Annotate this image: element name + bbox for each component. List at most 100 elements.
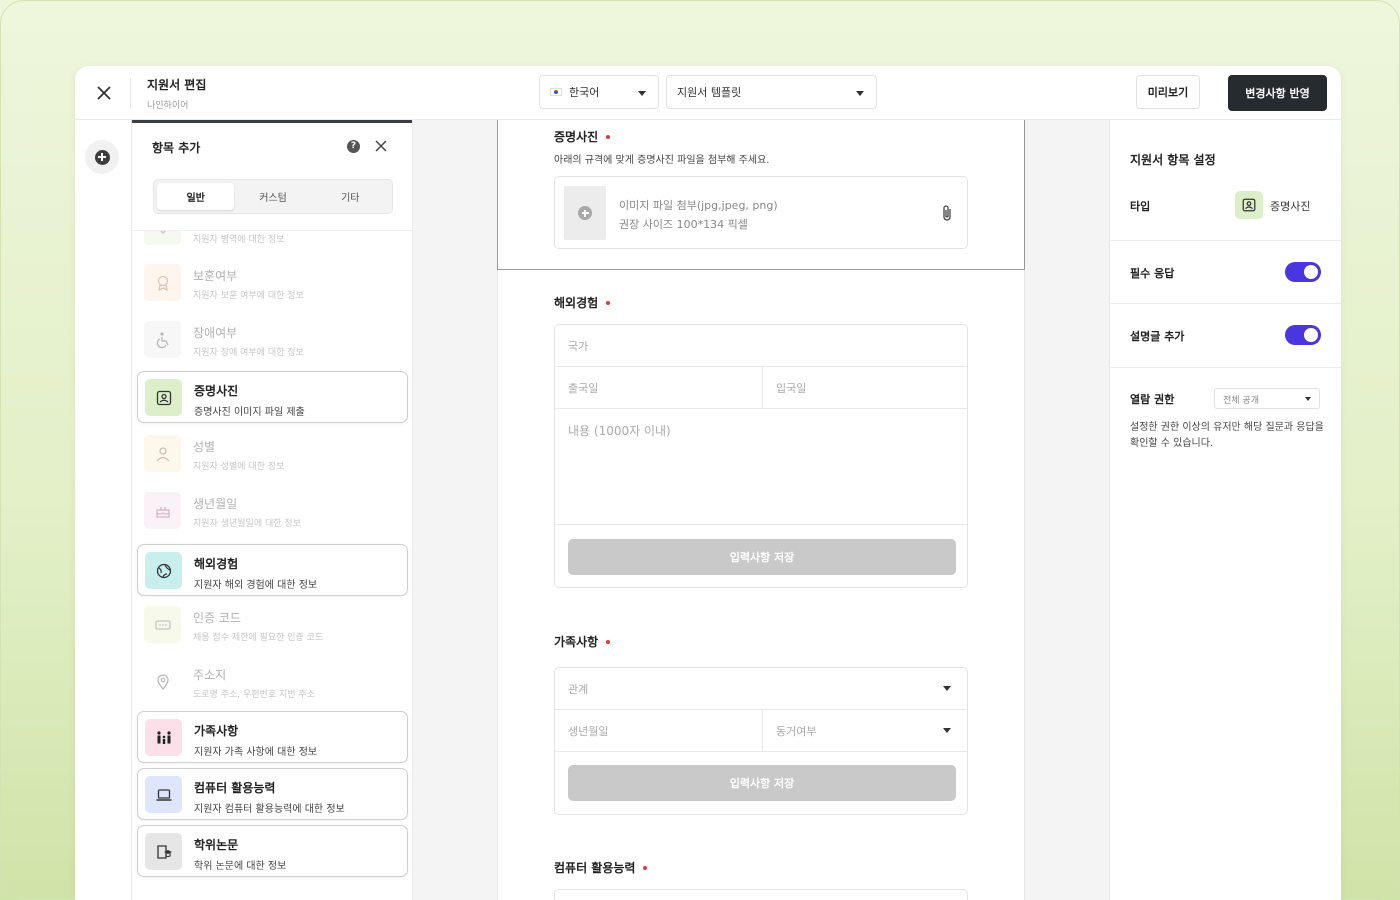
view-permission-value: 전체 공개 [1223, 396, 1259, 406]
family-section-title: 가족사항 [554, 633, 611, 650]
laptop-icon [145, 776, 182, 813]
list-item-military[interactable]: 지원자 병역에 대한 정보 [137, 231, 408, 253]
list-item-id-photo[interactable]: 증명사진 증명사진 이미지 파일 제출 [137, 371, 408, 423]
chevron-down-icon [638, 91, 646, 96]
chevron-down-icon [856, 91, 864, 96]
birth-row: 생년월일 동거여부 [555, 710, 967, 752]
list-item-computer[interactable]: 컴퓨터 활용능력 지원자 컴퓨터 활용능력에 대한 정보 [137, 768, 408, 820]
required-dot [643, 865, 648, 870]
header-divider [130, 78, 131, 108]
item-desc: 채용 접수 제한에 필요한 인증 코드 [193, 633, 324, 643]
close-icon [97, 86, 111, 100]
cohabitation-select[interactable]: 동거여부 [763, 710, 969, 751]
id-photo-icon [1235, 191, 1263, 219]
panel-title: 항목 추가 [152, 141, 201, 155]
family-form: 관계 생년월일 동거여부 입력사항 저장 [554, 667, 968, 815]
editor-window: 지원서 편집 나인하이어 한국어 지원서 템플릿 미리보기 변경사항 반영 항목… [75, 66, 1341, 900]
photo-upload-box[interactable]: 이미지 파일 첨부(jpg,jpeg, png) 권장 사이즈 100*134 … [554, 176, 968, 249]
medal-icon [144, 264, 181, 301]
item-name: 생년월일 [193, 497, 238, 511]
family-save-button[interactable]: 입력사항 저장 [568, 765, 956, 801]
close-icon[interactable] [373, 138, 389, 154]
computer-form [554, 889, 968, 900]
language-select[interactable]: 한국어 [539, 75, 659, 109]
language-value: 한국어 [569, 86, 600, 99]
list-item-overseas[interactable]: 해외경험 지원자 해외 경험에 대한 정보 [137, 544, 408, 596]
wheelchair-icon [144, 321, 181, 358]
content-textarea[interactable]: 내용 (1000자 이내) [555, 409, 969, 524]
photo-section-desc: 아래의 규격에 맞게 증명사진 파일을 첨부해 주세요. [554, 155, 770, 166]
add-item-panel: 항목 추가 ? 일반 커스텀 기타 지원자 병역에 대한 정보 보훈여부 지원자… [131, 120, 413, 900]
birthdate-field[interactable]: 생년월일 [555, 710, 763, 751]
id-photo-icon [145, 379, 182, 416]
item-name: 가족사항 [194, 724, 239, 738]
person-icon [144, 435, 181, 472]
item-desc: 도로명 주소, 우편번호 지번 주소 [193, 690, 315, 700]
add-item-button[interactable] [85, 140, 119, 174]
upload-size-hint: 권장 사이즈 100*134 픽셀 [619, 218, 748, 231]
globe-icon [145, 552, 182, 589]
list-item-auth-code[interactable]: 인증 코드 채용 접수 제한에 필요한 인증 코드 [137, 599, 408, 651]
computer-section-title: 컴퓨터 활용능력 [554, 859, 648, 876]
item-desc: 지원자 해외 경험에 대한 정보 [194, 580, 318, 591]
paperclip-icon[interactable] [941, 204, 953, 222]
country-field[interactable]: 국가 [555, 325, 969, 366]
tab-etc[interactable]: 기타 [312, 183, 389, 210]
item-tabs: 일반 커스텀 기타 [153, 179, 393, 214]
item-list: 지원자 병역에 대한 정보 보훈여부 지원자 보훈 여부에 대한 정보 장애여부… [132, 231, 412, 900]
item-desc: 지원자 병역에 대한 정보 [193, 235, 285, 245]
preview-button[interactable]: 미리보기 [1136, 75, 1200, 109]
apply-changes-button[interactable]: 변경사항 반영 [1228, 75, 1327, 111]
item-name: 해외경험 [194, 557, 239, 571]
selected-photo-block[interactable]: 증명사진 아래의 규격에 맞게 증명사진 파일을 첨부해 주세요. 이미지 파일… [497, 120, 1025, 270]
view-permission-select[interactable]: 전체 공개 [1214, 388, 1320, 409]
photo-thumbnail [564, 186, 606, 240]
chevron-down-icon [943, 686, 951, 691]
required-dot [606, 300, 611, 305]
tab-custom[interactable]: 커스텀 [234, 183, 311, 210]
date-row: 출국일 입국일 [555, 367, 967, 409]
item-desc: 지원자 생년월일에 대한 정보 [193, 519, 301, 529]
overseas-save-button[interactable]: 입력사항 저장 [568, 539, 956, 575]
template-value: 지원서 템플릿 [677, 86, 742, 99]
divider [1110, 303, 1341, 304]
section-title-text: 가족사항 [554, 635, 599, 649]
item-name: 주소지 [193, 668, 227, 682]
relation-row: 관계 [555, 668, 967, 710]
list-item-family[interactable]: 가족사항 지원자 가족 사항에 대한 정보 [137, 711, 408, 763]
left-rail [75, 120, 131, 900]
departure-date-field[interactable]: 출국일 [555, 367, 763, 408]
relation-select[interactable]: 관계 [555, 668, 969, 709]
photo-section-title: 증명사진 [554, 128, 611, 145]
list-item-address[interactable]: 주소지 도로명 주소, 우편번호 지번 주소 [137, 656, 408, 708]
help-icon[interactable]: ? [347, 140, 360, 153]
required-toggle[interactable] [1285, 262, 1321, 282]
list-item-gender[interactable]: 성별 지원자 성별에 대한 정보 [137, 428, 408, 480]
code-icon [144, 606, 181, 643]
close-button[interactable] [93, 82, 115, 104]
item-name: 장애여부 [193, 326, 238, 340]
family-icon [145, 719, 182, 756]
list-item-thesis[interactable]: 학위논문 학위 논문에 대한 정보 [137, 825, 408, 877]
overseas-section-title: 해외경험 [554, 294, 611, 311]
list-item-disability[interactable]: 장애여부 지원자 장애 여부에 대한 정보 [137, 314, 408, 366]
title-block: 지원서 편집 나인하이어 [147, 76, 206, 111]
page-title: 지원서 편집 [147, 78, 207, 92]
overseas-form: 국가 출국일 입국일 내용 (1000자 이내) 입력사항 저장 [554, 324, 968, 588]
item-desc: 지원자 보훈 여부에 대한 정보 [193, 291, 304, 301]
entry-date-field[interactable]: 입국일 [763, 367, 969, 408]
header: 지원서 편집 나인하이어 한국어 지원서 템플릿 미리보기 변경사항 반영 [75, 66, 1341, 120]
tab-general[interactable]: 일반 [157, 183, 235, 210]
item-desc: 지원자 성별에 대한 정보 [193, 462, 285, 472]
list-item-veteran[interactable]: 보훈여부 지원자 보훈 여부에 대한 정보 [137, 257, 408, 309]
plus-circle-icon [578, 206, 592, 220]
description-toggle[interactable] [1285, 325, 1321, 345]
list-item-birthdate[interactable]: 생년월일 지원자 생년월일에 대한 정보 [137, 485, 408, 537]
type-value: 증명사진 [1270, 200, 1311, 213]
location-pin-icon [144, 663, 181, 700]
item-desc: 지원자 컴퓨터 활용능력에 대한 정보 [194, 804, 345, 815]
view-permission-desc: 설정한 권한 이상의 유저만 해당 질문과 응답을 확인할 수 있습니다. [1130, 422, 1324, 449]
type-label: 타입 [1130, 200, 1151, 213]
item-name: 컴퓨터 활용능력 [194, 781, 276, 795]
template-select[interactable]: 지원서 템플릿 [666, 75, 877, 109]
